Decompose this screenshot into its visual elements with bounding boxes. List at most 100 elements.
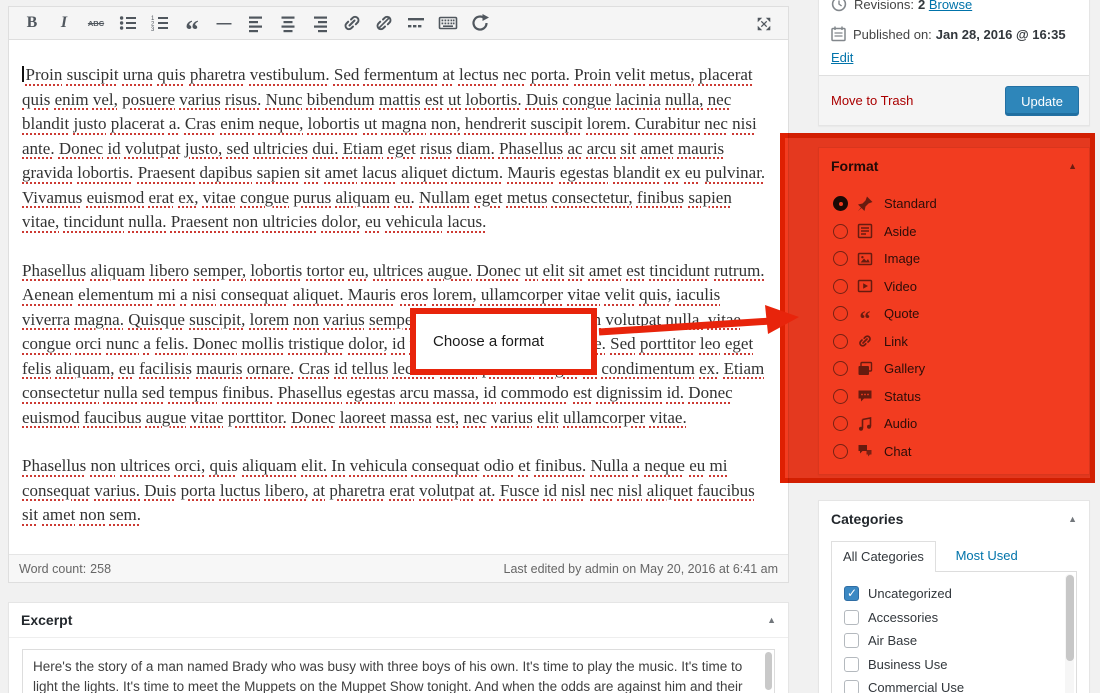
published-label: Published on: [853,27,932,42]
category-item-uncategorized[interactable]: Uncategorized [844,582,1076,606]
format-option-gallery[interactable]: Gallery [833,355,1079,383]
radio-button[interactable] [833,389,848,404]
radio-button[interactable] [833,361,848,376]
checkbox[interactable] [844,610,859,625]
revisions-label: Revisions: [854,0,914,12]
more-tag-button[interactable] [401,10,431,36]
numbered-list-button[interactable]: 123 [145,10,175,36]
chat-icon [856,443,874,459]
radio-button[interactable] [833,224,848,239]
remove-link-button[interactable] [369,10,399,36]
format-title: Format [831,158,878,174]
categories-panel: Categories ▲ All Categories Most Used Un… [818,500,1090,693]
format-option-link[interactable]: Link [833,328,1079,356]
format-option-video[interactable]: Video [833,273,1079,301]
fullscreen-button[interactable] [750,11,778,37]
categories-panel-header[interactable]: Categories ▲ [819,501,1089,536]
annotation-callout: Choose a format [410,308,597,375]
radio-button[interactable] [833,444,848,459]
format-option-quote[interactable]: “Quote [833,300,1079,328]
word-count: Word count:258 [19,562,111,576]
align-left-button[interactable] [241,10,271,36]
paragraph: Phasellus non ultrices orci, quis aliqua… [22,454,772,528]
align-center-button[interactable] [273,10,303,36]
audio-icon [856,416,874,432]
checkbox[interactable] [844,633,859,648]
category-item-air-base[interactable]: Air Base [844,629,1076,653]
categories-tabs: All Categories Most Used [831,540,1077,571]
excerpt-title: Excerpt [21,612,72,628]
link-icon [342,13,362,33]
format-options-list: Standard Aside Image Video “Quote Link G… [833,190,1079,465]
align-right-button[interactable] [305,10,335,36]
bulleted-list-icon [118,13,138,33]
scrollbar-thumb[interactable] [1066,575,1074,661]
excerpt-panel-header[interactable]: Excerpt ▲ [9,603,788,638]
publish-panel: Revisions: 2 Browse Published on: Jan 28… [818,0,1090,126]
keyboard-icon [438,13,458,33]
format-panel-header[interactable]: Format ▲ [819,148,1089,183]
refresh-icon [470,13,490,33]
bold-button[interactable]: B [17,10,47,36]
horizontal-rule-button[interactable]: — [209,10,239,36]
move-to-trash-link[interactable]: Move to Trash [831,76,913,126]
revisions-row: Revisions: 2 Browse [831,0,972,12]
excerpt-panel: Excerpt ▲ Here's the story of a man name… [8,602,789,693]
svg-text:3: 3 [151,27,155,33]
checkbox[interactable] [844,680,859,693]
update-button[interactable]: Update [1005,86,1079,116]
tab-all-categories[interactable]: All Categories [831,541,936,572]
format-option-status[interactable]: Status [833,383,1079,411]
excerpt-text: Here's the story of a man named Brady wh… [33,659,743,693]
unlink-icon [374,13,394,33]
bulleted-list-button[interactable] [113,10,143,36]
editor-toolbar: B I ABC 123 “ — [9,7,788,40]
format-option-image[interactable]: Image [833,245,1079,273]
major-publishing-actions: Move to Trash Update [819,75,1089,125]
editor-content[interactable]: Proin suscipit urna quis pharetra vestib… [9,41,788,554]
fullscreen-icon [755,15,773,33]
categories-scrollbar[interactable] [1065,574,1074,693]
refresh-button[interactable] [465,10,495,36]
gallery-icon [856,361,874,377]
browse-revisions-link[interactable]: Browse [929,0,972,12]
format-option-chat[interactable]: Chat [833,438,1079,466]
category-item-accessories[interactable]: Accessories [844,606,1076,630]
link-icon [856,333,874,349]
calendar-icon [831,26,846,42]
blockquote-icon: “ [185,25,199,35]
collapse-toggle-icon[interactable]: ▲ [1068,161,1077,171]
format-option-aside[interactable]: Aside [833,218,1079,246]
insert-link-button[interactable] [337,10,367,36]
revisions-count: 2 [918,0,925,12]
radio-button[interactable] [833,251,848,266]
published-row: Published on: Jan 28, 2016 @ 16:35 [831,26,1066,42]
category-item-commercial-use[interactable]: Commercial Use [844,676,1076,693]
blockquote-button[interactable]: “ [177,10,207,36]
post-editor: B I ABC 123 “ — Proin suscipit urna quis… [8,6,789,583]
textarea-scrollbar-thumb[interactable] [765,652,772,690]
radio-button[interactable] [833,334,848,349]
radio-button[interactable] [833,306,848,321]
tab-most-used[interactable]: Most Used [956,548,1018,563]
toolbar-toggle-button[interactable] [433,10,463,36]
italic-button[interactable]: I [49,10,79,36]
video-icon [856,278,874,294]
more-tag-icon [406,13,426,33]
checkbox[interactable] [844,586,859,601]
horizontal-rule-icon: — [217,15,232,32]
radio-button[interactable] [833,196,848,211]
categories-listbox: Uncategorized Accessories Air Base Busin… [831,571,1077,693]
radio-button[interactable] [833,416,848,431]
checkbox[interactable] [844,657,859,672]
excerpt-textarea[interactable]: Here's the story of a man named Brady wh… [22,649,775,693]
edit-date-link[interactable]: Edit [831,50,853,65]
align-center-icon [278,13,298,33]
radio-button[interactable] [833,279,848,294]
strikethrough-button[interactable]: ABC [81,10,111,36]
format-option-standard[interactable]: Standard [833,190,1079,218]
collapse-toggle-icon[interactable]: ▲ [767,615,776,625]
category-item-business-use[interactable]: Business Use [844,653,1076,677]
collapse-toggle-icon[interactable]: ▲ [1068,514,1077,524]
format-option-audio[interactable]: Audio [833,410,1079,438]
